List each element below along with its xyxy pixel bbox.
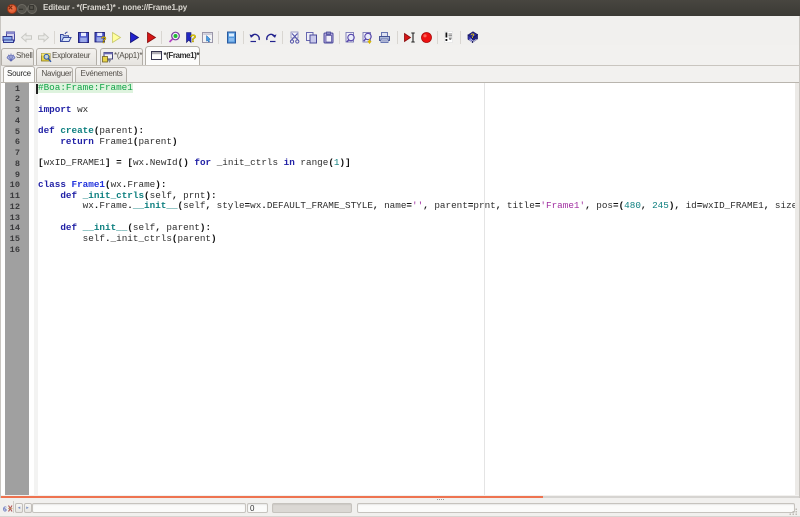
svg-text:6: 6: [3, 504, 7, 513]
svg-text:?: ?: [189, 33, 196, 44]
svg-text:?: ?: [101, 35, 107, 44]
svg-text:?: ?: [470, 33, 474, 40]
